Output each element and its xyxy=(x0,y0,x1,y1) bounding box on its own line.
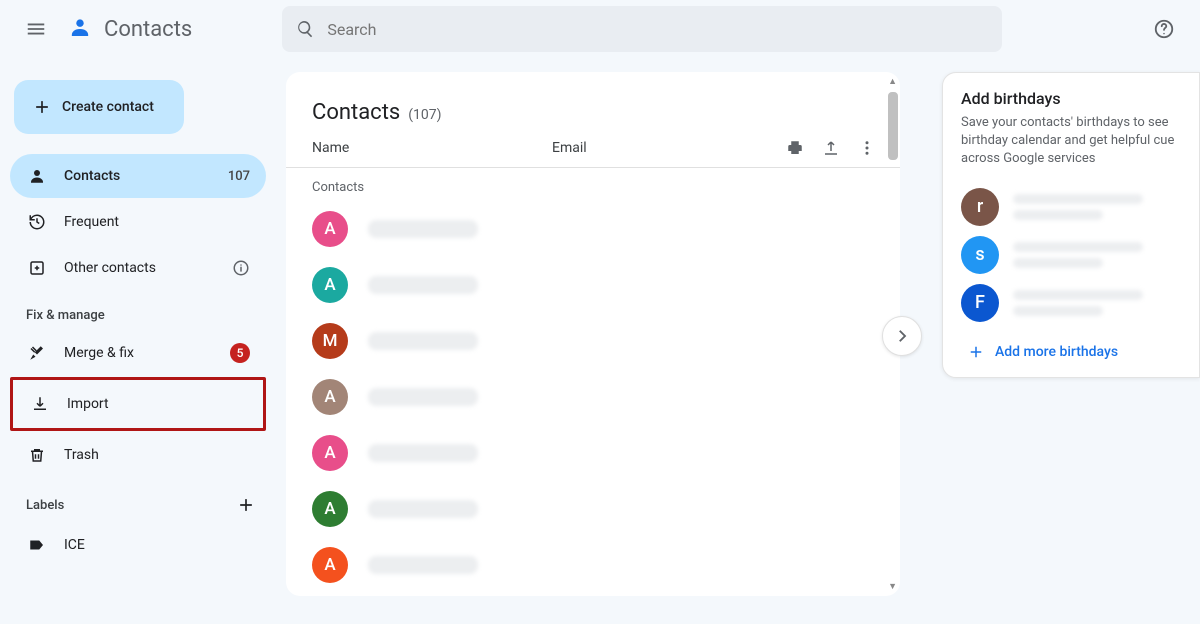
col-name: Name xyxy=(312,140,552,156)
sidebar-item-label: Frequent xyxy=(64,214,119,230)
search-input[interactable] xyxy=(327,20,988,39)
birthday-text-blurred xyxy=(1013,290,1143,316)
plus-icon xyxy=(32,97,52,117)
content-area: Contacts (107) Name Email Contacts AAMAA… xyxy=(276,58,1200,624)
sidebar-item-other-contacts[interactable]: Other contacts xyxy=(10,246,266,290)
archive-icon xyxy=(28,259,46,277)
contact-name-blurred xyxy=(368,388,478,406)
sidebar-item-label: Contacts xyxy=(64,168,120,184)
person-icon xyxy=(28,167,46,185)
contact-row[interactable]: A xyxy=(286,481,900,537)
labels-title-text: Labels xyxy=(26,498,64,513)
sidebar-item-contacts[interactable]: Contacts 107 xyxy=(10,154,266,198)
contact-row[interactable]: A xyxy=(286,201,900,257)
hamburger-menu-button[interactable] xyxy=(16,9,56,49)
plus-icon xyxy=(967,343,985,361)
sidebar-item-label: Merge & fix xyxy=(64,345,134,361)
contact-avatar: A xyxy=(312,491,348,527)
birthday-row[interactable]: s xyxy=(961,231,1199,279)
sidebar-item-import[interactable]: Import xyxy=(13,382,263,426)
contact-row[interactable]: M xyxy=(286,313,900,369)
add-more-label: Add more birthdays xyxy=(995,344,1118,360)
labels-title: Labels xyxy=(26,495,266,515)
add-more-birthdays-button[interactable]: Add more birthdays xyxy=(961,343,1199,361)
print-icon xyxy=(786,139,804,157)
contact-name-blurred xyxy=(368,500,478,518)
sidebar-item-label: Import xyxy=(67,396,109,412)
list-count: (107) xyxy=(408,107,441,123)
contact-avatar: A xyxy=(312,267,348,303)
contact-avatar: A xyxy=(312,547,348,583)
add-label-button[interactable] xyxy=(236,495,256,515)
panel-desc: Save your contacts' birthdays to see bir… xyxy=(961,114,1199,169)
contact-avatar: A xyxy=(312,211,348,247)
contact-name-blurred xyxy=(368,444,478,462)
contact-avatar: A xyxy=(312,379,348,415)
list-title: Contacts xyxy=(312,100,400,125)
trash-icon xyxy=(28,446,46,464)
col-email: Email xyxy=(552,140,587,156)
birthday-row[interactable]: F xyxy=(961,279,1199,327)
birthday-avatar: F xyxy=(961,284,999,322)
scroll-up-icon: ▲ xyxy=(888,76,897,87)
sidebar-item-count: 107 xyxy=(228,169,250,184)
download-icon xyxy=(31,395,49,413)
birthdays-panel: Add birthdays Save your contacts' birthd… xyxy=(942,72,1200,378)
contact-row[interactable]: A xyxy=(286,257,900,313)
sidebar-item-merge-fix[interactable]: Merge & fix 5 xyxy=(10,331,266,375)
contact-name-blurred xyxy=(368,556,478,574)
history-icon xyxy=(28,213,46,231)
sidebar-item-label: Trash xyxy=(64,447,99,463)
contact-avatar: M xyxy=(312,323,348,359)
contact-name-blurred xyxy=(368,276,478,294)
contacts-logo xyxy=(60,9,100,49)
sidebar-item-label: ICE xyxy=(64,537,85,553)
menu-icon xyxy=(25,18,47,40)
more-menu-button[interactable] xyxy=(858,139,876,157)
birthday-text-blurred xyxy=(1013,242,1143,268)
plus-icon xyxy=(236,495,256,515)
contact-row[interactable]: A xyxy=(286,369,900,425)
label-icon xyxy=(28,536,46,554)
tools-icon xyxy=(28,344,46,362)
panel-title: Add birthdays xyxy=(961,89,1199,108)
sidebar-item-frequent[interactable]: Frequent xyxy=(10,200,266,244)
scroll-thumb[interactable] xyxy=(888,92,898,160)
help-button[interactable] xyxy=(1144,9,1184,49)
more-vert-icon xyxy=(858,139,876,157)
app-title: Contacts xyxy=(104,17,192,42)
print-button[interactable] xyxy=(786,139,804,157)
contact-name-blurred xyxy=(368,332,478,350)
contacts-card: Contacts (107) Name Email Contacts AAMAA… xyxy=(286,72,900,596)
group-header: Contacts xyxy=(286,168,900,201)
contact-row[interactable]: A xyxy=(286,425,900,481)
info-icon[interactable] xyxy=(232,259,250,277)
birthday-avatar: r xyxy=(961,188,999,226)
birthday-avatar: s xyxy=(961,236,999,274)
column-header-row: Name Email xyxy=(286,139,900,168)
help-icon xyxy=(1153,18,1175,40)
person-icon xyxy=(66,15,94,43)
panel-chevron-button[interactable] xyxy=(882,316,922,356)
search-bar[interactable] xyxy=(282,6,1002,52)
contact-avatar: A xyxy=(312,435,348,471)
search-icon xyxy=(296,19,315,39)
fix-manage-title: Fix & manage xyxy=(26,308,266,323)
contact-name-blurred xyxy=(368,220,478,238)
merge-fix-badge: 5 xyxy=(230,343,250,363)
birthday-row[interactable]: r xyxy=(961,183,1199,231)
scroll-down-icon: ▼ xyxy=(888,581,897,592)
contact-row[interactable]: A xyxy=(286,537,900,593)
create-contact-button[interactable]: Create contact xyxy=(14,80,184,134)
create-contact-label: Create contact xyxy=(62,99,154,115)
export-button[interactable] xyxy=(822,139,840,157)
sidebar-item-trash[interactable]: Trash xyxy=(10,433,266,477)
birthday-text-blurred xyxy=(1013,194,1143,220)
sidebar-item-label: Other contacts xyxy=(64,260,156,276)
sidebar: Create contact Contacts 107 Frequent Oth… xyxy=(0,58,276,624)
sidebar-label-ice[interactable]: ICE xyxy=(10,523,266,567)
chevron-right-icon xyxy=(893,327,911,345)
upload-icon xyxy=(822,139,840,157)
